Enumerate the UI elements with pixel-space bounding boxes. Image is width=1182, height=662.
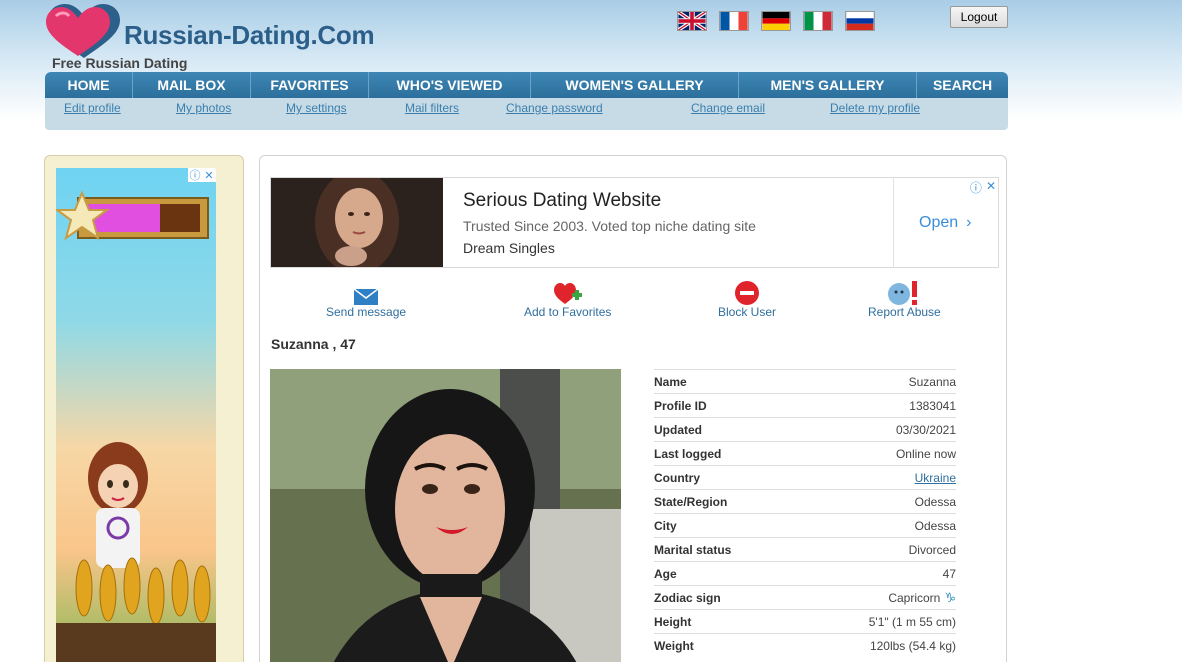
info-key: Height	[654, 614, 692, 629]
game-ad-illustration	[56, 190, 216, 662]
nav-whos-viewed[interactable]: WHO'S VIEWED	[369, 72, 531, 98]
heart-logo-icon	[46, 4, 120, 58]
left-sidebar: ⓘ ✕	[44, 155, 244, 662]
info-row-marital-status: Marital status Divorced	[654, 537, 956, 561]
info-value: 47	[942, 566, 956, 581]
ad-open-button[interactable]: Open ›	[919, 214, 971, 232]
info-row-updated: Updated 03/30/2021	[654, 417, 956, 441]
heart-plus-icon	[553, 283, 582, 305]
site-tagline: Free Russian Dating	[52, 55, 188, 71]
nav-home[interactable]: HOME	[45, 72, 133, 98]
info-row-name: Name Suzanna	[654, 369, 956, 393]
nav-mail-box[interactable]: MAIL BOX	[133, 72, 251, 98]
profile-title: Suzanna , 47	[271, 336, 356, 352]
ad-info-icon[interactable]: ⓘ	[970, 179, 982, 196]
block-user-button[interactable]: Block User	[718, 281, 777, 319]
nav-womens-gallery[interactable]: WOMEN'S GALLERY	[531, 72, 739, 98]
language-flags	[677, 11, 875, 31]
send-message-label: Send message	[326, 305, 407, 319]
subnav-delete-profile[interactable]: Delete my profile	[830, 101, 920, 115]
game-ad-banner[interactable]: ⓘ ✕	[56, 168, 216, 662]
chevron-right-icon: ›	[966, 214, 972, 231]
subnav-mail-filters[interactable]: Mail filters	[405, 101, 459, 115]
info-key: Weight	[654, 638, 694, 653]
capricorn-icon: ♑	[944, 589, 956, 605]
info-row-zodiac: Zodiac sign Capricorn ♑	[654, 585, 956, 609]
info-key: Age	[654, 566, 677, 581]
info-value: 5'1" (1 m 55 cm)	[868, 614, 956, 629]
ad-info-icon[interactable]: ⓘ	[188, 168, 202, 182]
ad-controls: ⓘ ✕	[970, 179, 996, 196]
info-row-state: State/Region Odessa	[654, 489, 956, 513]
italy-flag-icon[interactable]	[803, 11, 833, 31]
russia-flag-icon[interactable]	[845, 11, 875, 31]
info-key: Name	[654, 374, 687, 389]
block-user-label: Block User	[718, 305, 777, 319]
info-value: Divorced	[908, 542, 956, 557]
profile-panel: Serious Dating Website Trusted Since 200…	[259, 155, 1007, 662]
ad-brand: Dream Singles	[463, 240, 555, 256]
ad-subtitle: Trusted Since 2003. Voted top niche dati…	[463, 218, 756, 234]
report-abuse-button[interactable]: Report Abuse	[868, 281, 941, 319]
germany-flag-icon[interactable]	[761, 11, 791, 31]
info-key: Profile ID	[654, 398, 707, 413]
ad-photo	[271, 178, 443, 267]
report-abuse-icon	[888, 281, 920, 305]
report-abuse-label: Report Abuse	[868, 305, 941, 319]
info-row-age: Age 47	[654, 561, 956, 585]
info-row-height: Height 5'1" (1 m 55 cm)	[654, 609, 956, 633]
logo-text: Russian-Dating.Com	[124, 20, 375, 50]
ad-divider	[893, 178, 894, 267]
info-value: 1383041	[909, 398, 956, 413]
france-flag-icon[interactable]	[719, 11, 749, 31]
nav-mens-gallery[interactable]: MEN'S GALLERY	[739, 72, 917, 98]
subnav-change-password[interactable]: Change password	[506, 101, 603, 115]
subnav-my-settings[interactable]: My settings	[286, 101, 347, 115]
info-value: 120lbs (54.4 kg)	[869, 638, 956, 653]
profile-photo[interactable]	[270, 369, 621, 662]
info-value: Odessa	[914, 494, 956, 509]
info-value: 03/30/2021	[895, 422, 956, 437]
ad-open-label: Open	[919, 214, 959, 231]
ad-title: Serious Dating Website	[463, 190, 662, 211]
profile-actions: Send message Add to Favorites Block User…	[260, 281, 1006, 323]
envelope-icon	[354, 283, 379, 305]
info-key: Zodiac sign	[654, 590, 721, 605]
info-key: State/Region	[654, 494, 728, 509]
info-key: Country	[654, 470, 700, 485]
send-message-button[interactable]: Send message	[326, 283, 406, 319]
info-value: Odessa	[914, 518, 956, 533]
info-row-country: Country Ukraine	[654, 465, 956, 489]
info-row-profile-id: Profile ID 1383041	[654, 393, 956, 417]
ad-banner[interactable]: Serious Dating Website Trusted Since 200…	[270, 177, 999, 268]
nav-search[interactable]: SEARCH	[917, 72, 1008, 98]
logout-button[interactable]: Logout	[950, 6, 1008, 28]
main-nav: HOME MAIL BOX FAVORITES WHO'S VIEWED WOM…	[45, 72, 1008, 98]
info-key: Last logged	[654, 446, 722, 461]
ad-controls: ⓘ ✕	[188, 168, 216, 182]
info-value: Capricorn	[888, 590, 941, 605]
ad-close-icon[interactable]: ✕	[202, 168, 216, 182]
profile-info-table: Name Suzanna Profile ID 1383041 Updated …	[654, 369, 956, 657]
info-row-weight: Weight 120lbs (54.4 kg)	[654, 633, 956, 657]
info-key: Marital status	[654, 542, 732, 557]
info-value: Suzanna	[908, 374, 956, 389]
uk-flag-icon[interactable]	[677, 11, 707, 31]
add-to-favorites-label: Add to Favorites	[524, 305, 612, 319]
sub-nav: Edit profile My photos My settings Mail …	[45, 98, 1008, 130]
info-key: Updated	[654, 422, 702, 437]
info-row-city: City Odessa	[654, 513, 956, 537]
block-icon	[735, 281, 759, 305]
subnav-change-email[interactable]: Change email	[691, 101, 765, 115]
add-to-favorites-button[interactable]: Add to Favorites	[524, 283, 611, 319]
info-value: Online now	[895, 446, 956, 461]
info-row-last-logged: Last logged Online now	[654, 441, 956, 465]
subnav-my-photos[interactable]: My photos	[176, 101, 231, 115]
info-key: City	[654, 518, 677, 533]
ad-close-icon[interactable]: ✕	[986, 179, 996, 196]
country-link[interactable]: Ukraine	[915, 471, 956, 485]
nav-favorites[interactable]: FAVORITES	[251, 72, 369, 98]
subnav-edit-profile[interactable]: Edit profile	[64, 101, 121, 115]
